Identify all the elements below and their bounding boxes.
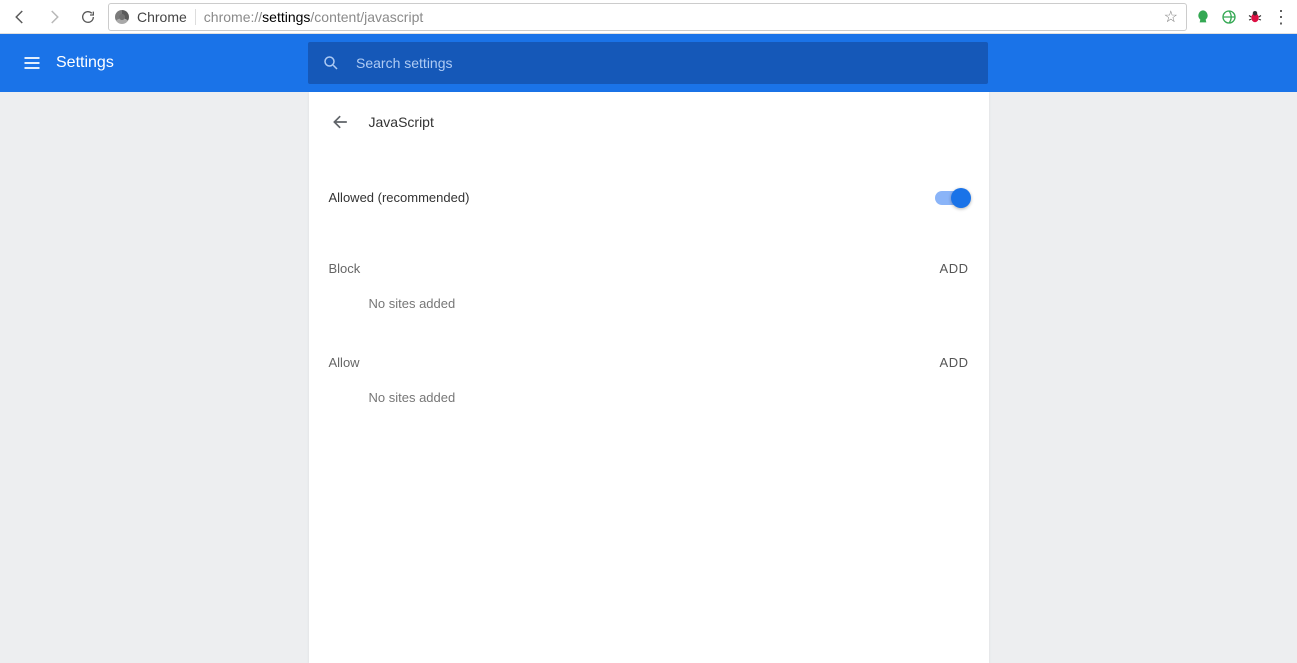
back-arrow-icon[interactable]	[329, 110, 353, 134]
forward-button[interactable]	[40, 3, 68, 31]
search-icon	[322, 54, 340, 72]
javascript-allowed-toggle[interactable]	[935, 191, 969, 205]
omnibox-separator	[195, 9, 196, 25]
allow-add-button[interactable]: ADD	[940, 355, 969, 370]
omnibox[interactable]: Chrome chrome://settings/content/javascr…	[108, 3, 1187, 31]
search-settings-input[interactable]	[354, 54, 974, 72]
omnibox-url: chrome://settings/content/javascript	[204, 9, 1154, 25]
allowed-recommended-label: Allowed (recommended)	[329, 190, 470, 205]
page-title: JavaScript	[369, 114, 434, 130]
browser-menu-icon[interactable]: ⋮	[1271, 7, 1291, 27]
omnibox-scheme-label: Chrome	[137, 9, 187, 25]
app-title: Settings	[56, 54, 114, 72]
block-empty-text: No sites added	[309, 286, 989, 331]
browser-toolbar: Chrome chrome://settings/content/javascr…	[0, 0, 1297, 34]
back-button[interactable]	[6, 3, 34, 31]
bookmark-star-icon[interactable]: ☆	[1162, 7, 1180, 27]
extension-icon-1[interactable]	[1193, 7, 1213, 27]
reload-button[interactable]	[74, 3, 102, 31]
extension-icon-3[interactable]	[1245, 7, 1265, 27]
menu-icon[interactable]	[8, 39, 56, 87]
block-add-button[interactable]: ADD	[940, 261, 969, 276]
page-body: JavaScript Allowed (recommended) Block A…	[0, 92, 1297, 663]
app-header: Settings	[0, 34, 1297, 92]
content-card: JavaScript Allowed (recommended) Block A…	[309, 92, 989, 663]
block-heading: Block	[329, 261, 361, 276]
allow-empty-text: No sites added	[309, 380, 989, 425]
search-settings-bar[interactable]	[308, 42, 988, 84]
extension-icon-2[interactable]	[1219, 7, 1239, 27]
allow-heading: Allow	[329, 355, 360, 370]
chrome-icon	[115, 10, 129, 24]
